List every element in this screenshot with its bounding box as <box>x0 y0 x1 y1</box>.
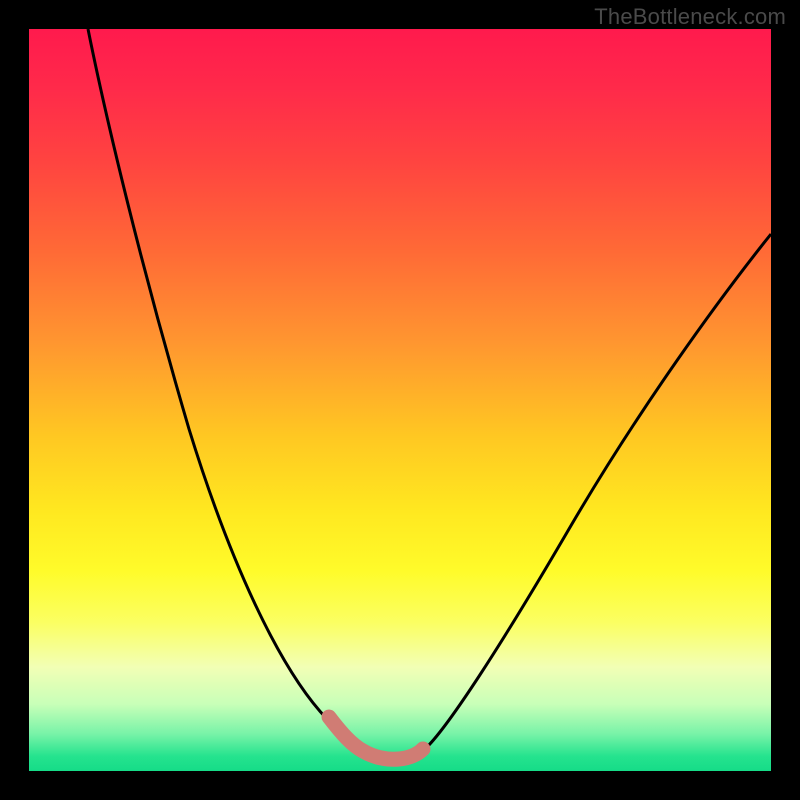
outer-frame: TheBottleneck.com <box>0 0 800 800</box>
bottleneck-curve-path <box>88 29 771 758</box>
watermark-text: TheBottleneck.com <box>594 4 786 30</box>
plot-area <box>29 29 771 771</box>
bottleneck-curve-svg <box>29 29 771 771</box>
valley-highlight <box>323 711 430 759</box>
